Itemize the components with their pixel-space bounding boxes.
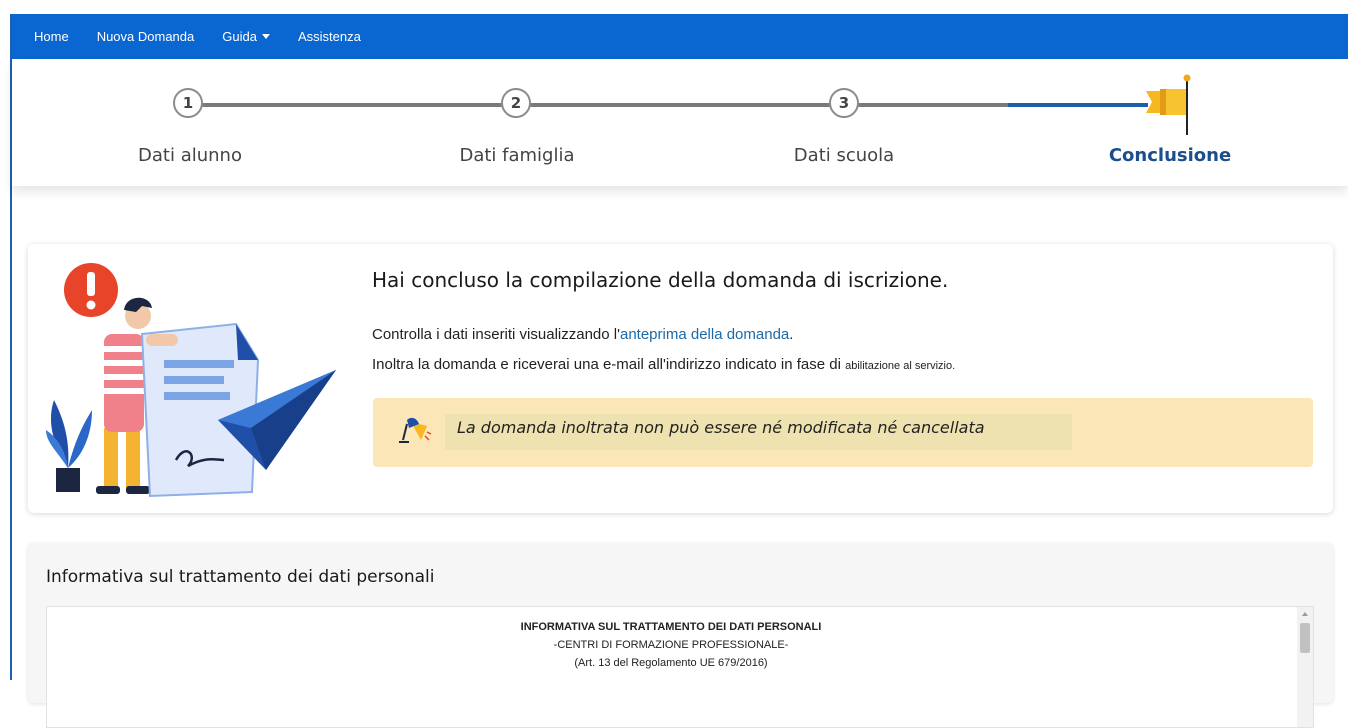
nav-nuova-domanda[interactable]: Nuova Domanda (97, 29, 195, 44)
conclusion-line-email: Inoltra la domanda e riceverai una e-mai… (372, 356, 955, 373)
caret-down-icon (261, 34, 270, 39)
step-3-label[interactable]: Dati scuola (794, 145, 894, 166)
anteprima-domanda-link[interactable]: anteprima della domanda (620, 326, 789, 343)
nav-guida-label: Guida (222, 29, 257, 44)
nav-home[interactable]: Home (34, 29, 69, 44)
exclamation-icon (64, 263, 118, 317)
step-1-circle: 1 (173, 88, 203, 118)
step-2-circle: 2 (501, 88, 531, 118)
step-connector-2 (530, 103, 838, 107)
step-3-number: 3 (838, 94, 850, 112)
step-2-number: 2 (510, 94, 522, 112)
warning-text: La domanda inoltrata non può essere né m… (457, 418, 985, 437)
progress-stepper: 1 2 3 Dati alunno Dati famiglia Dati scu… (12, 59, 1348, 186)
lamp-icon (399, 417, 432, 443)
top-navbar: Home Nuova Domanda Guida Assistenza (12, 14, 1348, 59)
privacy-heading: INFORMATIVA SUL TRATTAMENTO DEI DATI PER… (520, 621, 822, 633)
line1-suffix: . (789, 326, 794, 343)
privacy-text-box[interactable]: INFORMATIVA SUL TRATTAMENTO DEI DATI PER… (46, 606, 1314, 728)
privacy-scrollbar[interactable] (1297, 607, 1313, 727)
step-connector-active (1008, 103, 1148, 107)
scroll-thumb[interactable] (1300, 623, 1310, 653)
step-1-label[interactable]: Dati alunno (138, 145, 242, 166)
warning-banner: La domanda inoltrata non può essere né m… (373, 398, 1313, 467)
step-1-number: 1 (182, 94, 194, 112)
nav-guida-dropdown[interactable]: Guida (222, 29, 270, 44)
line2-main: Inoltra la domanda e riceverai una e-mai… (372, 356, 846, 373)
line2-small: abilitazione al servizio. (845, 360, 956, 372)
privacy-section-title: Informativa sul trattamento dei dati per… (46, 567, 435, 587)
privacy-subheading: -CENTRI DI FORMAZIONE PROFESSIONALE- (553, 639, 789, 651)
document-icon (140, 322, 260, 498)
privacy-reference: (Art. 13 del Regolamento UE 679/2016) (574, 657, 768, 669)
nav-assistenza[interactable]: Assistenza (298, 29, 361, 44)
privacy-info-card: Informativa sul trattamento dei dati per… (28, 543, 1333, 728)
line1-prefix: Controlla i dati inseriti visualizzando … (372, 326, 620, 343)
flag-icon (1146, 74, 1191, 135)
step-4-label: Conclusione (1108, 145, 1232, 166)
conclusion-card: Hai concluso la compilazione della doman… (28, 244, 1333, 513)
step-connector-3 (858, 103, 1008, 107)
plant-icon (46, 400, 92, 492)
step-3-circle: 3 (829, 88, 859, 118)
step-connector-1 (202, 103, 510, 107)
scroll-up-icon[interactable] (1302, 612, 1308, 616)
step-2-label[interactable]: Dati famiglia (459, 145, 574, 166)
conclusion-title: Hai concluso la compilazione della doman… (372, 268, 949, 292)
conclusion-line-preview: Controlla i dati inseriti visualizzando … (372, 326, 793, 343)
submission-illustration (46, 263, 336, 498)
